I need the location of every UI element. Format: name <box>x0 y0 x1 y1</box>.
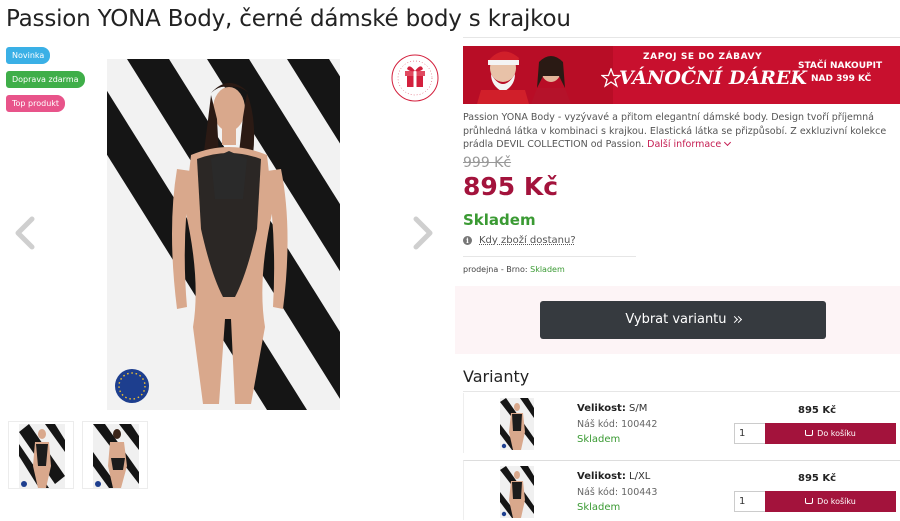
christmas-promo-banner[interactable]: ZAPOJ SE DO ZÁBAVY VÁNOČNÍ DÁREK STAČÍ N… <box>463 46 900 104</box>
current-price: 895 Kč <box>463 172 559 201</box>
variant-size: Velikost: L/XL <box>577 471 651 482</box>
chevron-down-icon <box>724 138 732 147</box>
gift-icon <box>391 54 439 102</box>
variant-stock: Skladem <box>577 502 621 513</box>
promo-condition-2: NAD 399 KČ <box>811 74 872 84</box>
store-label: prodejna - Brno: <box>463 265 528 274</box>
delivery-time-link[interactable]: Kdy zboží dostanu? <box>479 235 576 246</box>
gift-tip-stamp <box>390 53 440 103</box>
add-to-cart-button[interactable]: Do košíku <box>765 491 896 512</box>
variant-image[interactable] <box>500 398 534 450</box>
promo-headline: ZAPOJ SE DO ZÁBAVY <box>643 52 763 62</box>
store-availability: prodejna - Brno: Skladem <box>463 265 565 274</box>
variant-row: Velikost: S/M Náš kód: 100442 Skladem 89… <box>463 393 900 453</box>
badge-free-shipping: Doprava zdarma <box>6 71 85 88</box>
gallery-next-button[interactable] <box>408 215 438 251</box>
variant-image[interactable] <box>500 466 534 518</box>
thumbnail-front[interactable] <box>8 421 74 489</box>
choose-variant-label: Vybrat variantu <box>625 312 727 327</box>
variant-code: Náš kód: 100443 <box>577 487 658 498</box>
stock-status: Skladem <box>463 211 536 229</box>
quantity-input[interactable]: 1 <box>734 423 768 444</box>
badge-new: Novinka <box>6 47 51 64</box>
more-info-link[interactable]: Další informace <box>647 138 732 150</box>
variant-price: 895 Kč <box>798 473 837 484</box>
double-chevron-right-icon <box>730 312 742 327</box>
product-main-image[interactable] <box>107 59 340 410</box>
badge-top-product: Top produkt <box>6 95 66 112</box>
gallery-prev-button[interactable] <box>10 215 40 251</box>
variant-size: Velikost: S/M <box>577 403 648 414</box>
choose-variant-button[interactable]: Vybrat variantu <box>540 301 826 339</box>
quantity-input[interactable]: 1 <box>734 491 768 512</box>
variant-stock: Skladem <box>577 434 621 445</box>
chevron-left-icon <box>15 216 35 250</box>
page-title: Passion YONA Body, černé dámské body s k… <box>6 6 571 32</box>
star-icon <box>601 68 621 88</box>
basket-icon <box>805 498 814 504</box>
store-status: Skladem <box>530 265 565 274</box>
old-price: 999 Kč <box>463 155 512 171</box>
variant-code: Náš kód: 100442 <box>577 419 658 430</box>
promo-condition-1: STAČÍ NAKOUPIT <box>798 61 883 71</box>
basket-icon <box>805 430 814 436</box>
variant-price: 895 Kč <box>798 405 837 416</box>
thumbnail-back[interactable] <box>82 421 148 489</box>
product-description: Passion YONA Body - vyzývavé a přitom el… <box>463 111 900 152</box>
info-icon: i <box>463 236 472 245</box>
variant-row: Velikost: L/XL Náš kód: 100443 Skladem 8… <box>463 460 900 520</box>
variants-heading: Varianty <box>463 367 530 386</box>
promo-title: VÁNOČNÍ DÁREK <box>619 67 807 89</box>
title-divider <box>463 37 900 38</box>
divider <box>463 256 636 257</box>
add-to-cart-button[interactable]: Do košíku <box>765 423 896 444</box>
chevron-right-icon <box>413 216 433 250</box>
variants-divider <box>463 391 900 392</box>
made-in-europe-badge <box>115 369 149 403</box>
